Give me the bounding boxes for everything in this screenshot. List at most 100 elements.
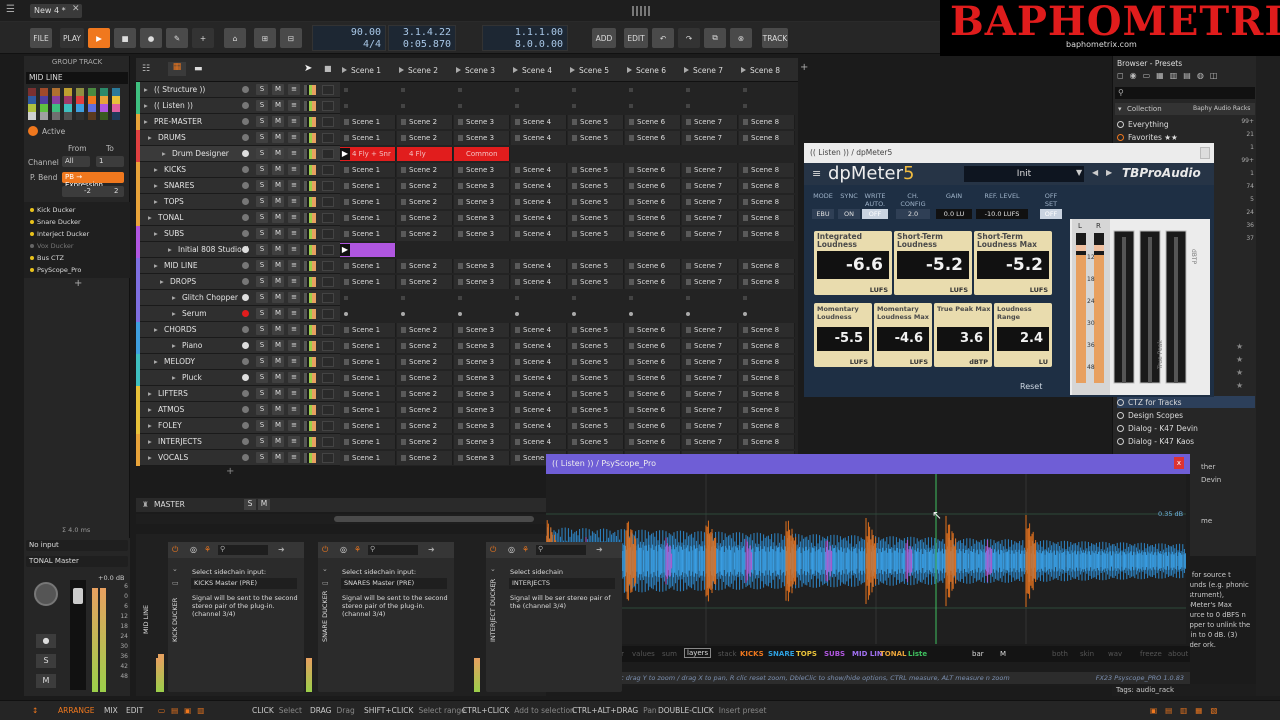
color-swatch[interactable] — [28, 104, 36, 112]
clip-slot[interactable]: Scene 2 — [397, 131, 453, 145]
clip-play-icon[interactable] — [401, 423, 406, 429]
rating-stars-icon[interactable]: ★ ★ ★ ★ — [1236, 340, 1254, 400]
clip-slot[interactable]: Scene 3 — [454, 323, 510, 337]
clip-slot[interactable]: Scene 4 — [511, 275, 567, 289]
stop-button[interactable]: ■ — [114, 28, 136, 48]
track-row[interactable]: ▸ VOCALS S M ≡ — [136, 450, 340, 466]
mute-button[interactable]: M — [272, 100, 284, 111]
modulator-icon[interactable]: ⚘ — [522, 545, 529, 554]
clip-slot[interactable]: Scene 2 — [397, 275, 453, 289]
h-scrollbar[interactable] — [136, 514, 546, 524]
clip-play-icon[interactable] — [401, 455, 406, 461]
solo-button[interactable]: S — [256, 180, 268, 191]
clip-slot[interactable]: Scene 5 — [568, 211, 624, 225]
clip-slot[interactable]: Scene 3 — [454, 163, 510, 177]
clip-play-icon[interactable] — [515, 167, 520, 173]
clip-play-icon[interactable] — [344, 375, 349, 381]
track-row[interactable]: ▸ (( Structure )) S M ≡ — [136, 82, 340, 98]
clip-slot[interactable]: Scene 5 — [568, 355, 624, 369]
clip-play-icon[interactable] — [458, 359, 463, 365]
clip-play-icon[interactable] — [458, 439, 463, 445]
stop-slot-icon[interactable] — [322, 261, 334, 271]
device-search-icon[interactable]: ⚲ — [218, 545, 268, 555]
record-arm-icon[interactable] — [242, 246, 249, 253]
scope-channel-toggle[interactable]: SUBS — [824, 650, 845, 658]
track-expand-icon[interactable]: ▸ — [148, 389, 152, 398]
clip-play-icon[interactable] — [629, 199, 634, 205]
record-arm-icon[interactable] — [242, 326, 249, 333]
clip-play-icon[interactable] — [344, 279, 349, 285]
clip-slot[interactable]: Scene 5 — [568, 323, 624, 337]
empty-slot-icon[interactable] — [743, 296, 747, 300]
modulator-icon[interactable]: ⚘ — [354, 545, 361, 554]
clip-play-icon[interactable] — [743, 279, 748, 285]
clip-slot[interactable]: Scene 4 — [511, 339, 567, 353]
color-swatch[interactable] — [100, 96, 108, 104]
clip-play-icon[interactable] — [572, 327, 577, 333]
clip-slot[interactable]: Scene 3 — [454, 403, 510, 417]
clip-slot[interactable]: Scene 8 — [739, 323, 795, 337]
stop-slot-icon[interactable] — [322, 149, 334, 159]
clip-play-icon[interactable] — [401, 199, 406, 205]
clip-slot[interactable]: Scene 7 — [682, 339, 738, 353]
scope-channel-toggle[interactable]: Liste — [908, 650, 927, 658]
clip-play-icon[interactable] — [344, 407, 349, 413]
empty-slot-icon[interactable] — [686, 312, 690, 316]
track-row[interactable]: ▸ PRE-MASTER S M ≡ — [136, 114, 340, 130]
clip-slot[interactable]: Scene 8 — [739, 131, 795, 145]
track-row[interactable]: ▸ INTERJECTS S M ≡ — [136, 434, 340, 450]
solo-button[interactable]: S — [256, 340, 268, 351]
scene-header-item[interactable]: Scene 7 — [684, 64, 723, 76]
dpmeter-window-title[interactable]: (( Listen )) / dpMeter5 — [804, 143, 1214, 163]
clip-play-icon[interactable] — [458, 183, 463, 189]
mute-button[interactable]: M — [272, 340, 284, 351]
sidechain-input-select[interactable]: SNARES Master (PRE) — [341, 578, 447, 589]
clip-slot[interactable]: Scene 8 — [739, 163, 795, 177]
solo-button[interactable]: S — [256, 356, 268, 367]
solo-button[interactable]: S — [256, 452, 268, 463]
clip-slot[interactable]: Scene 3 — [454, 419, 510, 433]
device-preset-icon[interactable]: ▭ — [490, 576, 500, 590]
device-item[interactable]: Vox Ducker — [26, 240, 128, 251]
mute-button[interactable]: M — [272, 132, 284, 143]
clip-play-icon[interactable] — [686, 279, 691, 285]
stop-slot-icon[interactable] — [322, 373, 334, 383]
clip-slot[interactable]: Scene 3 — [454, 451, 510, 465]
clip-slot[interactable]: Scene 1 — [340, 435, 396, 449]
empty-slot-icon[interactable] — [458, 312, 462, 316]
clip-slot[interactable]: Scene 2 — [397, 387, 453, 401]
browser-item[interactable]: Design Scopes — [1117, 409, 1255, 421]
scene-header-item[interactable]: Scene 2 — [399, 64, 438, 76]
track-expand-icon[interactable]: ▸ — [172, 309, 176, 318]
clip-play-icon[interactable] — [458, 279, 463, 285]
clip-play-icon[interactable] — [629, 327, 634, 333]
clip-play-icon[interactable] — [515, 391, 520, 397]
automation-write-icon[interactable]: ✎ — [166, 28, 188, 48]
clip-play-icon[interactable] — [458, 231, 463, 237]
clip-play-icon[interactable] — [572, 343, 577, 349]
track-menu-icon[interactable]: ≡ — [288, 228, 300, 239]
play-button[interactable]: ▶ — [88, 28, 110, 48]
clip-play-icon[interactable] — [344, 343, 349, 349]
clip-play-icon[interactable] — [401, 167, 406, 173]
track-row[interactable]: ▸ TOPS S M ≡ — [136, 194, 340, 210]
color-swatch[interactable] — [40, 112, 48, 120]
clip-slot[interactable]: Scene 1 — [340, 403, 396, 417]
arrow-right-icon[interactable]: ➜ — [428, 545, 435, 554]
clip-slot[interactable]: Scene 6 — [625, 179, 681, 193]
clip-slot[interactable]: Scene 5 — [568, 371, 624, 385]
track-menu-icon[interactable]: ≡ — [288, 404, 300, 415]
clip-play-icon[interactable] — [458, 327, 463, 333]
clip-slot[interactable]: Scene 5 — [568, 131, 624, 145]
color-swatch[interactable] — [88, 96, 96, 104]
clip-slot[interactable]: Scene 6 — [625, 211, 681, 225]
clip-play-icon[interactable] — [686, 359, 691, 365]
scope-channel-toggle[interactable]: MID LIN — [852, 650, 883, 658]
clip-play-icon[interactable] — [344, 439, 349, 445]
clip-play-icon[interactable] — [743, 359, 748, 365]
solo-button[interactable]: S — [256, 132, 268, 143]
mute-button[interactable]: M — [272, 244, 284, 255]
mute-button[interactable]: M — [272, 452, 284, 463]
track-expand-icon[interactable]: ▸ — [154, 261, 158, 270]
mute-button[interactable]: M — [272, 212, 284, 223]
